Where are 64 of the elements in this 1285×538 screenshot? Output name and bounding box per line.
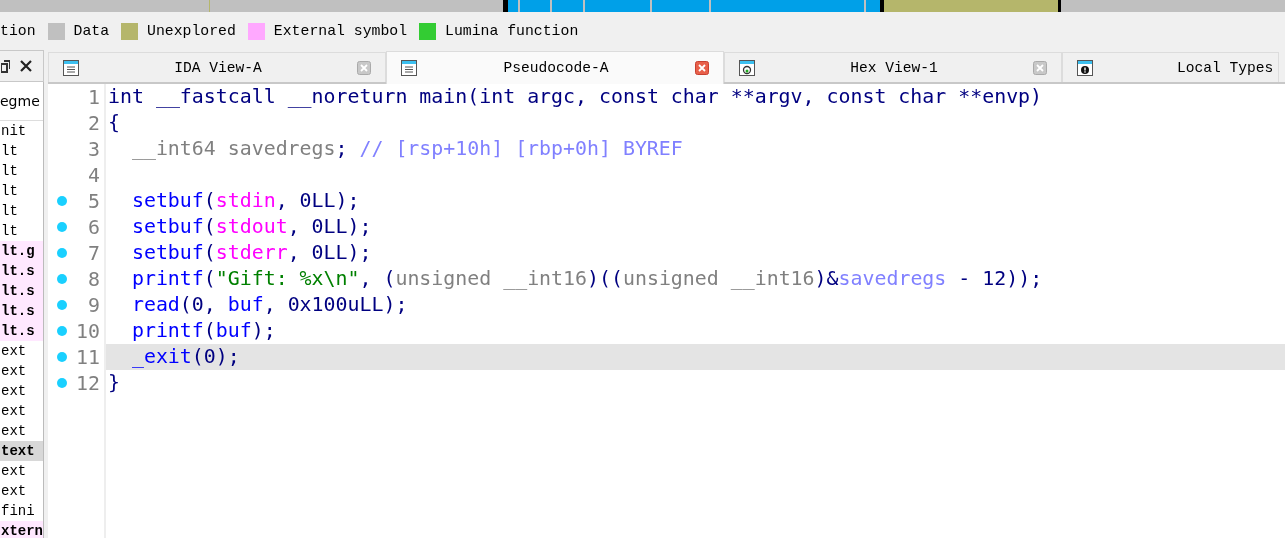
- segment-item[interactable]: ext: [0, 461, 43, 481]
- tab[interactable]: Local Types: [1062, 52, 1279, 82]
- legend-label: tion: [0, 23, 36, 39]
- segment-item[interactable]: ext: [0, 421, 43, 441]
- segment-item[interactable]: lt: [0, 181, 43, 201]
- segment-item[interactable]: xtern: [0, 521, 43, 538]
- code-line: read(0, buf, 0x100uLL);: [130, 292, 409, 318]
- segment-item[interactable]: ext: [0, 341, 43, 361]
- segment-item[interactable]: lt.s: [0, 261, 43, 281]
- column-header[interactable]: egme: [0, 82, 43, 121]
- breakpoint-icon[interactable]: [57, 222, 67, 232]
- line-number: 4: [88, 163, 100, 187]
- segment-item[interactable]: ext: [0, 401, 43, 421]
- segment-item[interactable]: lt.s: [0, 301, 43, 321]
- tab[interactable]: Pseudocode-A: [386, 51, 724, 84]
- navigation-band-drawing[interactable]: [0, 0, 1285, 12]
- tab[interactable]: IDA View-A: [48, 52, 386, 82]
- segment-item[interactable]: ext: [0, 381, 43, 401]
- line-number: 3: [88, 137, 100, 161]
- line-number: 5: [88, 189, 100, 213]
- code-line: setbuf(stderr, 0LL);: [130, 240, 373, 266]
- segment-item[interactable]: lt.s: [0, 281, 43, 301]
- line-number: 12: [76, 371, 100, 395]
- code-line: setbuf(stdout, 0LL);: [130, 214, 373, 240]
- line-number: 7: [88, 241, 100, 265]
- legend-label: Unexplored: [147, 23, 236, 39]
- restore-window-icon[interactable]: [1, 59, 10, 73]
- code-line: printf("Gift: %x\n", (unsigned __int16)((unsigned __int16)&savedregs - 12));: [130, 266, 1044, 292]
- segment-item[interactable]: lt: [0, 161, 43, 181]
- code-line: {: [107, 110, 121, 136]
- line-number: 2: [88, 111, 100, 135]
- segment-item[interactable]: lt: [0, 221, 43, 241]
- segment-item[interactable]: ext: [0, 361, 43, 381]
- code-line: setbuf(stdin, 0LL);: [130, 188, 361, 214]
- line-number: 8: [88, 267, 100, 291]
- segment-item[interactable]: lt.s: [0, 321, 43, 341]
- code-line: int __fastcall __noreturn main(int argc, const char **argv, const char **envp): [107, 84, 1044, 110]
- line-number: 10: [76, 319, 100, 343]
- segment-item[interactable]: lt: [0, 141, 43, 161]
- breakpoint-icon[interactable]: [57, 326, 67, 336]
- legend-label: Lumina function: [445, 23, 579, 39]
- breakpoint-icon[interactable]: [57, 274, 67, 284]
- code-line: __int64 savedregs; // [rsp+10h] [rbp+0h] BYREF: [130, 136, 684, 162]
- breakpoint-icon[interactable]: [57, 352, 67, 362]
- line-number: 1: [88, 85, 100, 109]
- tab[interactable]: Hex View-1: [724, 52, 1062, 82]
- breakpoint-icon[interactable]: [57, 248, 67, 258]
- legend-label: Data: [73, 23, 110, 39]
- segment-item[interactable]: lt: [0, 201, 43, 221]
- segment-item[interactable]: nit: [0, 121, 43, 141]
- segment-item[interactable]: text: [0, 441, 43, 461]
- line-number: 11: [76, 345, 100, 369]
- segment-item[interactable]: fini: [0, 501, 43, 521]
- breakpoint-icon[interactable]: [57, 196, 67, 206]
- segment-item[interactable]: lt.g: [0, 241, 43, 261]
- code-line: }: [107, 370, 121, 396]
- close-icon[interactable]: [20, 60, 32, 72]
- breakpoint-icon[interactable]: [57, 378, 67, 388]
- segment-item[interactable]: ext: [0, 481, 43, 501]
- line-number: 9: [88, 293, 100, 317]
- code-line: printf(buf);: [130, 318, 277, 344]
- line-number: 6: [88, 215, 100, 239]
- breakpoint-icon[interactable]: [57, 300, 67, 310]
- legend-label: External symbol: [273, 23, 408, 39]
